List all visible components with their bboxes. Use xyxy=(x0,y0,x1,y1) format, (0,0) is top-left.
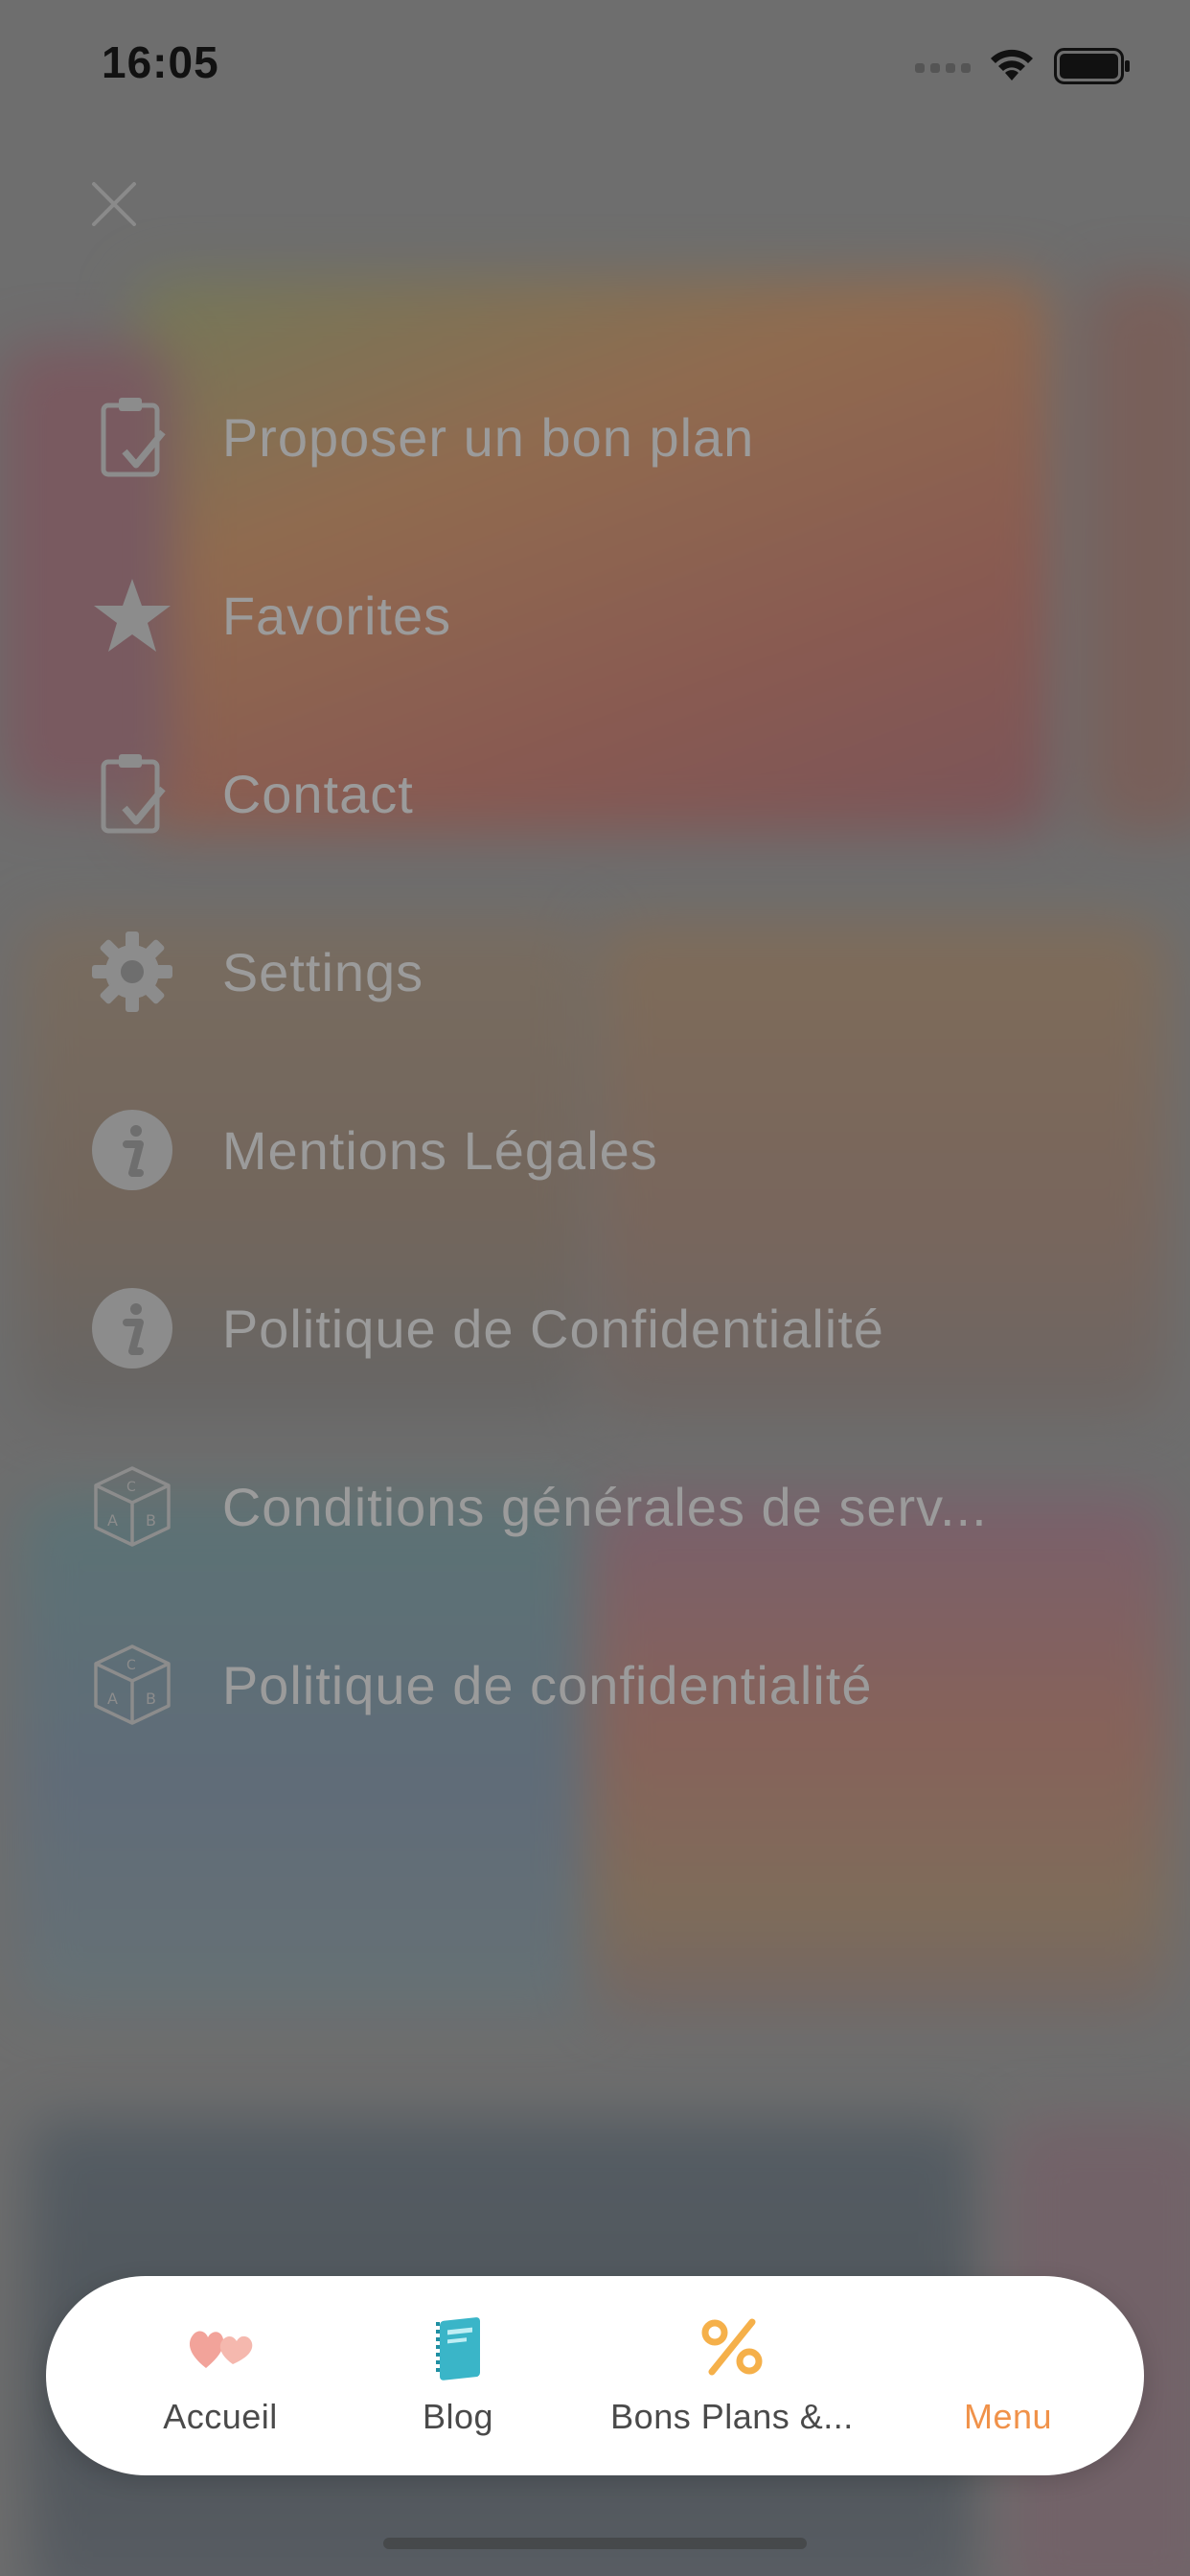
svg-text:C: C xyxy=(126,1658,136,1673)
tab-menu[interactable]: Menu xyxy=(874,2276,1142,2475)
svg-text:A: A xyxy=(107,1511,118,1530)
svg-text:A: A xyxy=(107,1690,118,1708)
percent-icon xyxy=(700,2312,764,2381)
menu-item-label: Settings xyxy=(221,941,424,1002)
svg-text:B: B xyxy=(146,1690,156,1708)
abc-cube-icon: C A B xyxy=(86,1639,178,1731)
menu-item-favorites[interactable]: Favorites xyxy=(86,558,1159,673)
status-time: 16:05 xyxy=(102,37,219,87)
menu-item-label: Favorites xyxy=(221,585,452,646)
menu-item-politique-de-confidentialite[interactable]: C A B Politique de confidentialité xyxy=(86,1627,1159,1742)
home-indicator xyxy=(383,2538,807,2549)
menu-item-politique-confidentialite[interactable]: Politique de Confidentialité xyxy=(86,1271,1159,1386)
menu-item-conditions-generales[interactable]: C A B Conditions générales de serv... xyxy=(86,1449,1159,1564)
svg-text:C: C xyxy=(126,1480,136,1495)
bottom-tab-bar: Accueil Blog Bons Plans &... Menu xyxy=(46,2276,1144,2475)
menu-item-label: Mentions Légales xyxy=(221,1119,658,1181)
menu-item-proposer-bon-plan[interactable]: Proposer un bon plan xyxy=(86,380,1159,494)
star-icon xyxy=(86,569,178,661)
clipboard-check-icon xyxy=(86,748,178,840)
menu-item-mentions-legales[interactable]: Mentions Légales xyxy=(86,1092,1159,1208)
tab-label: Bons Plans &... xyxy=(610,2397,854,2436)
menu-item-label: Proposer un bon plan xyxy=(221,406,755,468)
hearts-icon xyxy=(185,2312,256,2381)
menu-item-label: Conditions générales de serv... xyxy=(221,1476,988,1537)
tab-label: Accueil xyxy=(163,2397,278,2436)
info-icon xyxy=(86,1282,178,1374)
tab-label: Blog xyxy=(422,2397,494,2436)
menu-item-label: Politique de Confidentialité xyxy=(221,1298,884,1359)
gear-icon xyxy=(86,926,178,1018)
tab-accueil[interactable]: Accueil xyxy=(86,2276,355,2475)
menu-item-contact[interactable]: Contact xyxy=(86,736,1159,851)
abc-cube-icon: C A B xyxy=(86,1460,178,1552)
svg-text:B: B xyxy=(146,1511,156,1530)
battery-icon xyxy=(1054,48,1130,84)
menu-item-label: Politique de confidentialité xyxy=(221,1654,873,1715)
menu-item-label: Contact xyxy=(221,763,414,824)
notebook-icon xyxy=(432,2312,484,2381)
cellular-signal-icon xyxy=(915,63,971,73)
tab-label: Menu xyxy=(963,2397,1053,2436)
close-icon[interactable] xyxy=(90,180,138,228)
tab-blog[interactable]: Blog xyxy=(324,2276,592,2475)
wifi-icon xyxy=(991,49,1033,80)
info-icon xyxy=(86,1104,178,1196)
tab-bons-plans[interactable]: Bons Plans &... xyxy=(598,2276,866,2475)
clipboard-check-icon xyxy=(86,391,178,483)
menu-item-settings[interactable]: Settings xyxy=(86,914,1159,1029)
